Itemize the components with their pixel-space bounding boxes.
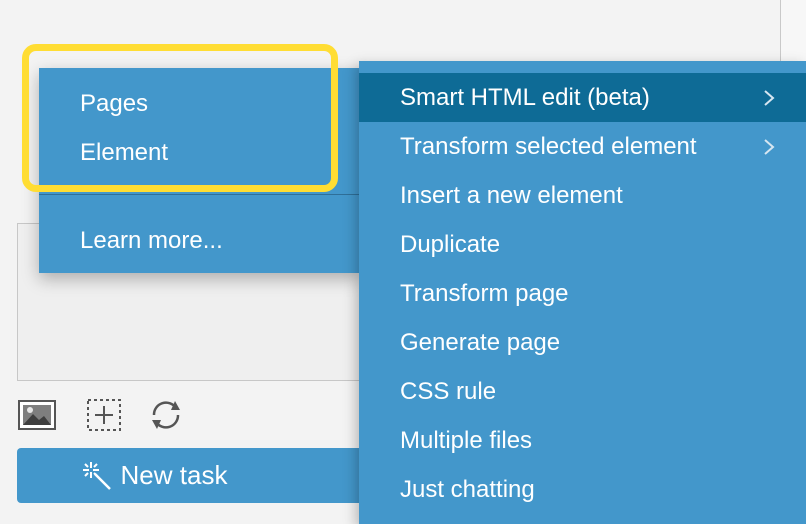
menu-item-label: Insert a new element [400,182,623,209]
menu-item-pages[interactable]: Pages [80,89,148,119]
new-task-label: New task [120,460,228,490]
menu-item-multiple-files[interactable]: Multiple files [359,416,806,465]
menu-item-css-rule[interactable]: CSS rule [359,367,806,416]
menu-item-insert-new-element[interactable]: Insert a new element [359,171,806,220]
context-menu: Pages Element Learn more... [39,68,361,273]
submenu: Smart HTML edit (beta) Transform selecte… [359,61,806,524]
menu-item-element[interactable]: Element [80,138,168,168]
menu-item-duplicate[interactable]: Duplicate [359,220,806,269]
menu-item-label: CSS rule [400,378,497,405]
menu-item-generate-page[interactable]: Generate page [359,318,806,367]
menu-item-label: Just chatting [400,476,535,503]
menu-divider [39,194,361,195]
menu-item-label: Duplicate [400,231,501,258]
menu-item-learn-more[interactable]: Learn more... [80,226,223,256]
menu-item-label: Multiple files [400,427,533,454]
menu-item-label: Transform selected element [400,133,697,160]
menu-item-label: Generate page [400,329,561,356]
chevron-right-icon [762,138,776,156]
image-icon[interactable] [17,398,57,432]
menu-item-smart-html-edit[interactable]: Smart HTML edit (beta) [359,73,806,122]
menu-item-transform-page[interactable]: Transform page [359,269,806,318]
add-element-icon[interactable] [84,398,124,432]
magic-wand-icon [81,460,113,492]
menu-item-label: Smart HTML edit (beta) [400,84,650,111]
chevron-right-icon [762,89,776,107]
refresh-icon[interactable] [146,398,186,432]
menu-item-label: Transform page [400,280,569,307]
menu-item-just-chatting[interactable]: Just chatting [359,465,806,514]
menu-item-transform-selected-element[interactable]: Transform selected element [359,122,806,171]
new-task-button[interactable]: New task [17,448,387,503]
